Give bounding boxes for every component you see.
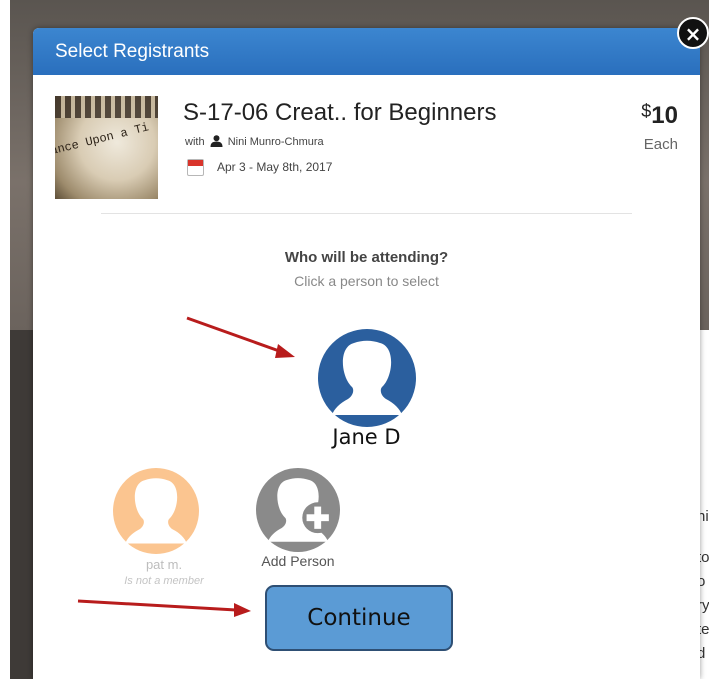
person-pat-name: pat m.	[145, 557, 183, 572]
instructor-line: with Nini Munro-Chmura	[185, 135, 324, 148]
select-hint: Click a person to select	[294, 273, 439, 289]
price-amount: 10	[651, 102, 678, 129]
backdrop-left-strip	[10, 330, 34, 679]
modal-title: Select Registrants	[55, 41, 210, 62]
course-thumbnail: ance Upon a Ti	[55, 96, 158, 199]
select-registrants-modal: Select Registrants ance Upon a Ti S-17-0…	[33, 28, 700, 679]
course-dates: Apr 3 - May 8th, 2017	[217, 160, 333, 174]
price-unit: Each	[643, 136, 678, 153]
modal-header: Select Registrants	[33, 28, 700, 75]
thumbnail-text: ance Upon a Ti	[55, 120, 151, 159]
person-pat-status: Is not a member	[124, 575, 204, 587]
typewriter-keys	[55, 96, 158, 118]
user-avatar-icon	[113, 468, 199, 554]
course-title: S-17-06 Creat.. for Beginners	[183, 99, 497, 126]
instructor-name: Nini Munro-Chmura	[227, 136, 324, 148]
add-person-label[interactable]: Add Person	[228, 553, 368, 569]
continue-button[interactable]: Continue	[265, 585, 453, 651]
with-label: with	[185, 136, 205, 148]
price: $10	[641, 101, 678, 130]
person-pat-avatar	[113, 468, 199, 554]
price-currency: $	[641, 101, 652, 121]
person-jane-avatar[interactable]	[318, 329, 416, 427]
user-avatar-icon	[318, 329, 416, 427]
person-jane-name[interactable]: Jane D	[33, 425, 700, 449]
divider	[101, 213, 632, 214]
close-icon[interactable]: ×	[677, 17, 709, 49]
attending-question: Who will be attending?	[284, 249, 449, 266]
add-person-icon	[256, 468, 340, 552]
add-person-button[interactable]	[256, 468, 340, 552]
person-icon	[210, 135, 223, 147]
calendar-icon	[187, 159, 204, 176]
